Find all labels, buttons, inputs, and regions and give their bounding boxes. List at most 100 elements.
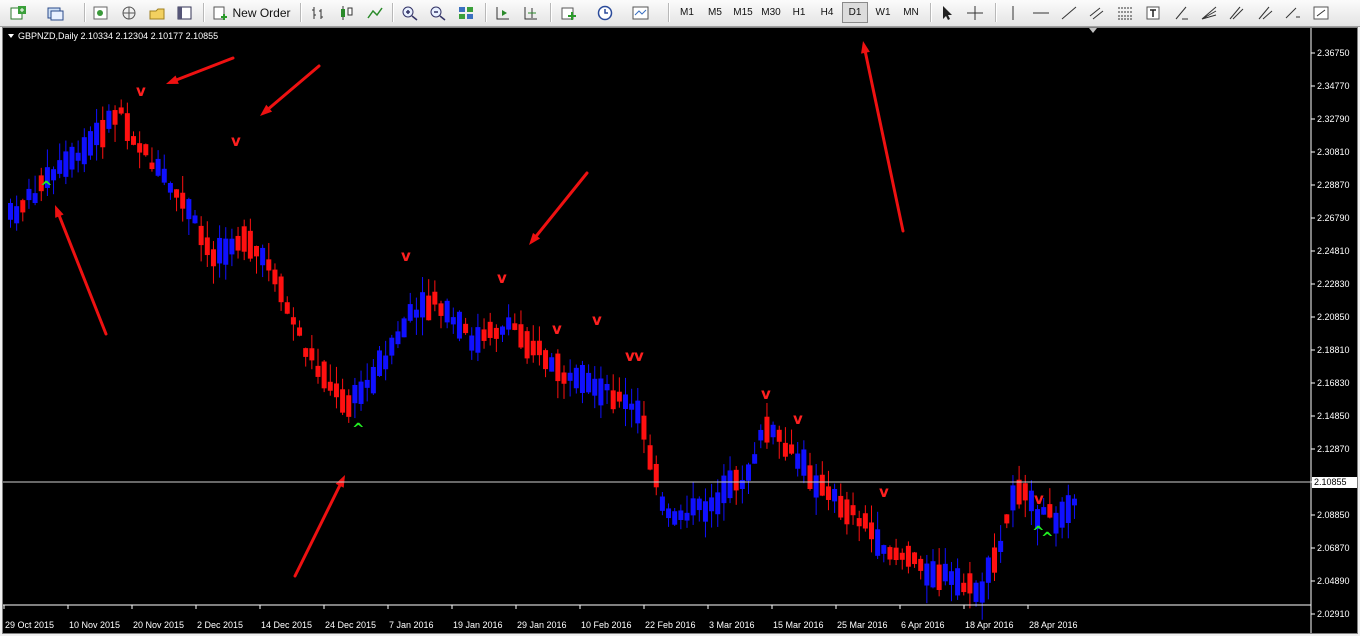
buy-signal-marker: ^: [40, 178, 53, 196]
candle: [899, 548, 905, 570]
candle: [241, 219, 247, 261]
candle: [856, 510, 862, 542]
candle: [1065, 484, 1071, 539]
candle: [924, 554, 930, 604]
candle: [524, 327, 530, 364]
terminal-icon[interactable]: [174, 2, 196, 23]
candle: [850, 492, 856, 525]
horizontal-line-icon[interactable]: [1030, 2, 1052, 23]
candle: [887, 545, 893, 566]
vertical-line-icon[interactable]: [1002, 2, 1024, 23]
candle: [604, 374, 610, 404]
candle: [94, 108, 100, 161]
sell-signal-marker: v: [592, 311, 602, 329]
zoom-in-icon[interactable]: [399, 2, 421, 23]
candle: [352, 377, 358, 419]
date-label: 2 Dec 2015: [197, 620, 243, 630]
timeframe-d1[interactable]: D1: [842, 2, 868, 23]
candle: [229, 228, 235, 267]
candle: [481, 318, 487, 349]
fibonacci-arcs-icon[interactable]: [1226, 2, 1248, 23]
candle: [444, 298, 450, 329]
zoom-out-icon[interactable]: [427, 2, 449, 23]
price-label: 2.06870: [1317, 543, 1350, 553]
arrows-icon[interactable]: [1310, 2, 1332, 23]
crosshair-icon[interactable]: [964, 2, 986, 23]
candle: [709, 483, 715, 528]
annotation-arrow: [260, 64, 321, 116]
candle: [266, 243, 272, 282]
price-label: 2.16830: [1317, 378, 1350, 388]
periods-clock-icon[interactable]: [594, 2, 616, 23]
candle: [512, 313, 518, 331]
indicators-icon[interactable]: [558, 2, 580, 23]
chart-shift-icon[interactable]: [520, 2, 542, 23]
candle: [370, 359, 376, 395]
price-label: 2.12870: [1317, 444, 1350, 454]
chart-window[interactable]: v v v v v v v v v v v v ^ ^ ^ ^ 2.36750 2.34770 2.32790 2.…: [2, 27, 1358, 634]
timeframe-h4[interactable]: H4: [814, 2, 840, 23]
candle: [254, 245, 259, 274]
cursor-icon[interactable]: [936, 2, 958, 23]
text-tool-icon[interactable]: [1142, 2, 1164, 23]
auto-scroll-icon[interactable]: [492, 2, 514, 23]
chart-menu-triangle-icon[interactable]: [8, 34, 14, 38]
candle: [1053, 506, 1059, 547]
equidistant-channel-icon[interactable]: [1086, 2, 1108, 23]
candle: [813, 463, 819, 515]
candle: [758, 424, 764, 449]
new-chart-icon[interactable]: [8, 2, 30, 23]
candle: [112, 105, 118, 142]
price-label: 2.34770: [1317, 81, 1350, 91]
candle: [1016, 465, 1022, 509]
candle: [284, 296, 290, 315]
timeframe-w1[interactable]: W1: [870, 2, 896, 23]
candle: [678, 504, 684, 530]
tile-windows-icon[interactable]: [455, 2, 477, 23]
price-chart[interactable]: vvvvv vv vvvv v^^^^ 2.367502.347702.327902.…: [3, 28, 1357, 633]
candle: [733, 466, 739, 505]
candle: [413, 297, 419, 335]
favorites-icon[interactable]: [146, 2, 168, 23]
sell-signal-marker: v: [401, 247, 411, 265]
date-label: 25 Mar 2016: [837, 620, 888, 630]
candle: [118, 99, 124, 116]
trendline-icon[interactable]: [1058, 2, 1080, 23]
candle: [555, 349, 561, 399]
line-chart-icon[interactable]: [364, 2, 386, 23]
templates-icon[interactable]: [630, 2, 652, 23]
fibonacci-retracement-icon[interactable]: [1114, 2, 1136, 23]
fibonacci-expansion-icon[interactable]: [1254, 2, 1276, 23]
timeframe-m5[interactable]: M5: [702, 2, 728, 23]
price-label: 2.20850: [1317, 312, 1350, 322]
timeframe-h1[interactable]: H1: [786, 2, 812, 23]
fibonacci-timezones-icon[interactable]: [1282, 2, 1304, 23]
candle: [247, 218, 253, 262]
fibonacci-fan-icon[interactable]: [1198, 2, 1220, 23]
bar-chart-icon[interactable]: [308, 2, 330, 23]
candle: [561, 365, 567, 399]
sell-signal-marker: v: [1034, 490, 1044, 508]
candle: [789, 429, 795, 455]
timeframe-m1[interactable]: M1: [674, 2, 700, 23]
text-label-icon[interactable]: [1170, 2, 1192, 23]
new-order-button[interactable]: New Order: [209, 2, 295, 23]
candle: [930, 549, 936, 589]
candle: [992, 533, 997, 581]
candle: [770, 421, 776, 445]
candle: [647, 434, 653, 471]
candle: [573, 364, 579, 394]
candle: [942, 548, 948, 586]
market-watch-icon[interactable]: [90, 2, 112, 23]
candle: [290, 307, 296, 341]
timeframe-mn[interactable]: MN: [898, 2, 924, 23]
candle: [610, 374, 616, 414]
candlesticks-icon[interactable]: [336, 2, 358, 23]
new-order-label: New Order: [232, 5, 291, 20]
timeframe-m30[interactable]: M30: [758, 2, 784, 23]
date-label: 29 Jan 2016: [517, 620, 567, 630]
timeframe-m15[interactable]: M15: [730, 2, 756, 23]
candle: [586, 364, 592, 395]
profiles-icon[interactable]: [44, 2, 66, 23]
navigator-icon[interactable]: [118, 2, 140, 23]
